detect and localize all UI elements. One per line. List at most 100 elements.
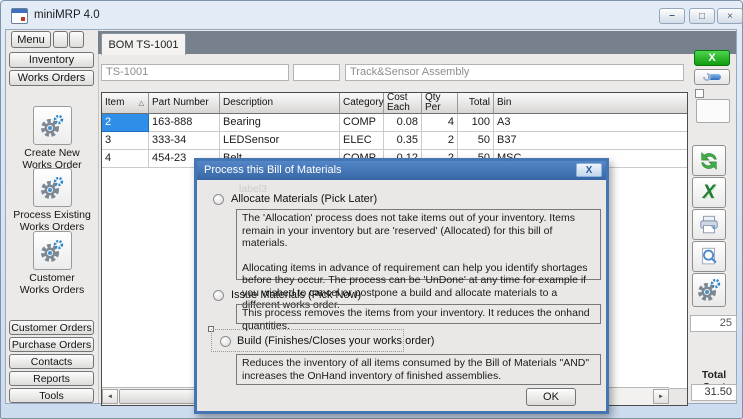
customer-works-orders-action[interactable]: Customer Works Orders — [6, 231, 98, 296]
process-existing-works-orders-action[interactable]: Process Existing Works Orders — [6, 168, 98, 233]
dialog-title-bar[interactable]: Process this Bill of Materials X — [197, 161, 606, 180]
close-icon: × — [727, 11, 733, 22]
cell-cost-each[interactable]: 0.35 — [384, 132, 422, 150]
customer-works-orders-button[interactable] — [33, 231, 72, 270]
sidebar-item-purchase-orders[interactable]: Purchase Orders — [9, 337, 94, 352]
dialog-close-button[interactable]: X — [576, 163, 602, 177]
cell-qty-per[interactable]: 2 — [422, 132, 458, 150]
issue-materials-label[interactable]: Issue Materials (Pick Now) — [231, 289, 361, 301]
cell-part[interactable]: 333-34 — [149, 132, 220, 150]
process-works-orders-button[interactable] — [33, 168, 72, 207]
cell-description[interactable]: LEDSensor — [220, 132, 340, 150]
cell-cost-each[interactable]: 0.08 — [384, 114, 422, 132]
scroll-left-arrow[interactable]: ◄ — [102, 389, 118, 404]
works-order-gear-button[interactable] — [692, 273, 726, 307]
table-header-row: Item△ Part Number Description Category C… — [102, 93, 687, 114]
create-works-order-button[interactable] — [33, 106, 72, 145]
cell-item[interactable]: 4 — [102, 150, 149, 168]
column-header-total[interactable]: Total — [458, 93, 494, 114]
sidebar-item-customer-orders[interactable]: Customer Orders — [9, 320, 94, 335]
column-label: Item — [105, 98, 124, 108]
maximize-button[interactable]: □ — [689, 8, 715, 24]
column-header-category[interactable]: Category — [340, 93, 384, 114]
cell-total[interactable]: 100 — [458, 114, 494, 132]
column-header-qty-per[interactable]: Qty Per — [422, 93, 458, 114]
sidebar-item-tools[interactable]: Tools — [9, 388, 94, 403]
cell-category[interactable]: COMP — [340, 114, 384, 132]
table-row[interactable]: 2 163-888 Bearing COMP 0.08 4 100 A3 — [102, 114, 687, 132]
print-button[interactable] — [692, 209, 726, 240]
part-number-field[interactable]: TS-1001 — [101, 64, 289, 81]
app-window: miniMRP 4.0 – □ × Menu Inventory Works O… — [0, 0, 743, 419]
sidebar-item-contacts[interactable]: Contacts — [9, 354, 94, 369]
allocate-description-box: The 'Allocation' process does not take i… — [236, 209, 601, 280]
cell-bin[interactable]: B37 — [494, 132, 687, 150]
dialog-body: label3 Allocate Materials (Pick Later) T… — [197, 180, 606, 411]
action-label-line1: Create New — [6, 147, 98, 159]
total-cost-field[interactable]: 31.50 — [691, 384, 737, 401]
sidebar-small-button-2[interactable] — [69, 31, 84, 48]
sidebar-item-inventory[interactable]: Inventory — [9, 52, 94, 68]
export-excel-button[interactable]: X — [692, 177, 726, 208]
cell-description[interactable]: Bearing — [220, 114, 340, 132]
cell-category[interactable]: ELEC — [340, 132, 384, 150]
printer-icon — [698, 214, 720, 236]
create-new-works-order-action[interactable]: Create New Works Order — [6, 106, 98, 171]
cell-item[interactable]: 3 — [102, 132, 149, 150]
minimize-button[interactable]: – — [659, 8, 685, 24]
allocate-materials-radio[interactable] — [213, 194, 224, 205]
issue-materials-radio[interactable] — [213, 290, 224, 301]
menu-button[interactable]: Menu — [11, 31, 51, 48]
scrollbar-corner — [669, 388, 687, 405]
build-label[interactable]: Build (Finishes/Closes your works order) — [237, 335, 434, 347]
search-document-icon — [698, 246, 720, 268]
gear-icon — [39, 238, 65, 264]
assembly-description-field[interactable]: Track&Sensor Assembly — [345, 64, 684, 81]
cell-part[interactable]: 163-888 — [149, 114, 220, 132]
action-label: Process Existing Works Orders — [6, 209, 98, 233]
column-header-item[interactable]: Item△ — [102, 93, 149, 114]
notes-checkbox[interactable] — [695, 89, 704, 98]
settings-wrench-button[interactable] — [694, 69, 730, 85]
dialog-title: Process this Bill of Materials — [204, 164, 342, 176]
build-radio[interactable] — [220, 336, 231, 347]
column-header-part-number[interactable]: Part Number — [149, 93, 220, 114]
build-description-box: Reduces the inventory of all items consu… — [236, 354, 601, 385]
window-title: miniMRP 4.0 — [34, 9, 100, 21]
column-header-description[interactable]: Description — [220, 93, 340, 114]
allocate-materials-label[interactable]: Allocate Materials (Pick Later) — [231, 193, 377, 205]
cell-qty-per[interactable]: 4 — [422, 114, 458, 132]
ok-button[interactable]: OK — [526, 388, 576, 406]
build-paragraph-1: Reduces the inventory of all items consu… — [242, 357, 595, 382]
refresh-button[interactable] — [692, 145, 726, 176]
close-button[interactable]: × — [717, 8, 743, 24]
close-tab-button[interactable]: X — [694, 50, 730, 66]
action-label-line1: Process Existing — [6, 209, 98, 221]
tab-bom-ts-1001[interactable]: BOM TS-1001 — [101, 33, 186, 55]
title-bar: miniMRP 4.0 – □ × — [1, 1, 742, 29]
maximize-icon: □ — [699, 11, 705, 22]
allocate-paragraph-1: The 'Allocation' process does not take i… — [242, 212, 595, 250]
sidebar-item-works-orders[interactable]: Works Orders — [9, 70, 94, 86]
action-label-line2: Works Orders — [6, 284, 98, 296]
process-bom-dialog: Process this Bill of Materials X label3 … — [194, 158, 609, 414]
app-icon — [11, 8, 28, 24]
build-quantity-field[interactable]: 25 — [690, 315, 737, 332]
sidebar: Menu Inventory Works Orders — [6, 30, 99, 403]
cell-bin[interactable]: A3 — [494, 114, 687, 132]
revision-field[interactable] — [293, 64, 340, 81]
excel-icon: X — [703, 183, 716, 202]
notes-panel[interactable] — [696, 99, 730, 123]
preview-search-button[interactable] — [692, 241, 726, 272]
sidebar-small-button-1[interactable] — [53, 31, 68, 48]
column-header-cost-each[interactable]: Cost Each — [384, 93, 422, 114]
cell-item-selected[interactable]: 2 — [102, 114, 149, 132]
cell-total[interactable]: 50 — [458, 132, 494, 150]
scroll-right-arrow[interactable]: ► — [653, 389, 669, 404]
minimize-icon: – — [669, 14, 675, 18]
gear-icon — [696, 277, 722, 303]
sidebar-item-reports[interactable]: Reports — [9, 371, 94, 386]
action-label: Customer Works Orders — [6, 272, 98, 296]
table-row[interactable]: 3 333-34 LEDSensor ELEC 0.35 2 50 B37 — [102, 132, 687, 150]
column-header-bin[interactable]: Bin — [494, 93, 687, 114]
